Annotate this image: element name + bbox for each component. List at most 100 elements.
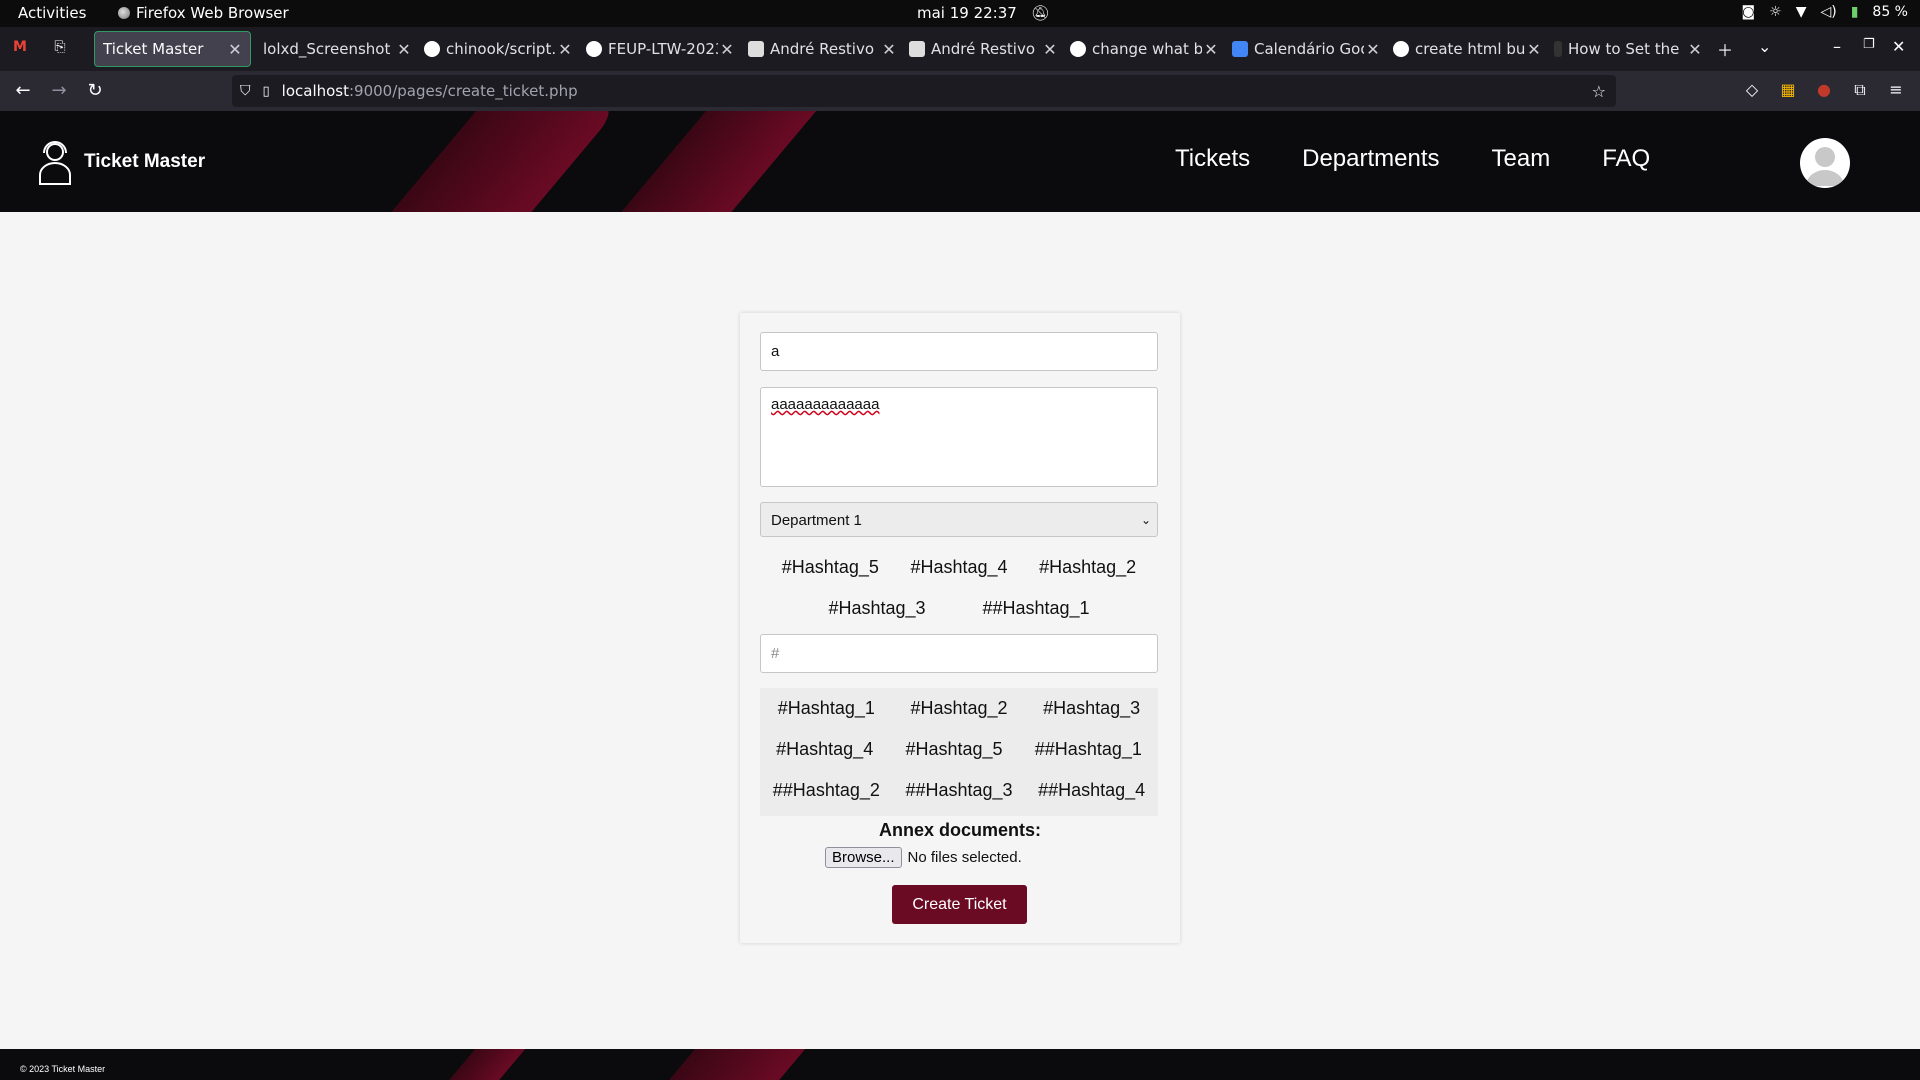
file-status: No files selected.: [907, 849, 1022, 866]
browse-button[interactable]: Browse...: [825, 847, 902, 868]
selected-hashtag[interactable]: ##Hashtag_1: [982, 598, 1089, 619]
site-footer: © 2023 Ticket Master: [0, 1049, 1920, 1080]
site-logo[interactable]: Ticket Master: [38, 139, 205, 185]
ar-icon: [748, 41, 764, 57]
gmail-icon: M: [13, 39, 27, 55]
hashtag-input[interactable]: #: [760, 634, 1158, 673]
close-icon[interactable]: ✕: [1525, 40, 1543, 59]
file-input: Browse... No files selected.: [825, 847, 1022, 868]
close-icon[interactable]: ✕: [718, 40, 736, 59]
app-icon: ⎘: [54, 39, 66, 55]
clock-text: mai 19 22:37: [917, 4, 1017, 22]
nav-toolbar: ← → ↻ ⛉ ▯ localhost:9000/pages/create_ti…: [0, 71, 1920, 111]
nav-faq[interactable]: FAQ: [1602, 145, 1650, 173]
description-textarea[interactable]: aaaaaaaaaaaaa: [760, 387, 1158, 487]
hashtag-suggestion[interactable]: #Hashtag_4: [776, 739, 873, 760]
close-icon[interactable]: ✕: [1202, 40, 1220, 59]
description-text: aaaaaaaaaaaaa: [771, 396, 880, 413]
nav-departments[interactable]: Departments: [1302, 145, 1439, 173]
hashtag-suggestion[interactable]: #Hashtag_1: [778, 698, 875, 719]
pocket-icon[interactable]: ◇: [1741, 79, 1763, 101]
minimize-icon[interactable]: –: [1833, 37, 1841, 56]
selected-hashtag[interactable]: #Hashtag_4: [910, 557, 1007, 578]
tab-andre-restivo-2[interactable]: André Restivo | ✕: [903, 31, 1065, 67]
department-select[interactable]: Department 1 ⌄: [760, 502, 1158, 537]
hashtag-suggestions: #Hashtag_1 #Hashtag_2 #Hashtag_3 #Hashta…: [760, 688, 1158, 816]
menu-icon[interactable]: ≡: [1885, 79, 1907, 101]
new-tab-icon[interactable]: ＋: [1717, 37, 1733, 61]
pinned-tab-2[interactable]: ⎘: [50, 37, 70, 57]
copyright: © 2023 Ticket Master: [20, 1064, 106, 1074]
site-header: Ticket Master Tickets Departments Team F…: [0, 111, 1920, 212]
hashtag-suggestion[interactable]: ##Hashtag_3: [905, 780, 1012, 801]
hashtag-suggestion[interactable]: #Hashtag_3: [1043, 698, 1140, 719]
bookmark-star-icon[interactable]: ☆: [1592, 82, 1606, 101]
selected-hashtag[interactable]: #Hashtag_5: [782, 557, 879, 578]
tab-ticket-master[interactable]: Ticket Master ✕: [94, 31, 251, 67]
gmail-pinned-tab[interactable]: M: [10, 37, 30, 57]
forward-icon[interactable]: →: [47, 79, 71, 103]
discord-icon: ◙: [1741, 4, 1756, 20]
clock[interactable]: mai 19 22:37 🔕︎: [917, 4, 1050, 22]
close-icon[interactable]: ✕: [395, 40, 413, 59]
close-icon[interactable]: ✕: [1364, 40, 1382, 59]
title-input[interactable]: a: [760, 332, 1158, 371]
tab-label: lolxd_Screenshot f: [263, 40, 395, 58]
window-close-icon[interactable]: ✕: [1892, 37, 1905, 56]
header-stripe: [375, 111, 625, 212]
tab-calendar[interactable]: Calendário Goo ✕: [1226, 31, 1388, 67]
tab-label: create html but: [1415, 40, 1525, 58]
ublock-icon[interactable]: ●: [1813, 79, 1835, 101]
tab-change-what[interactable]: change what bu ✕: [1064, 31, 1226, 67]
tab-feup-ltw[interactable]: FEUP-LTW-2023 ✕: [580, 31, 742, 67]
create-ticket-form: a aaaaaaaaaaaaa Department 1 ⌄ #Hashtag_…: [740, 313, 1180, 943]
tab-chinook[interactable]: chinook/script. ✕: [418, 31, 580, 67]
shield-icon[interactable]: ⛉: [240, 83, 251, 99]
extension-grid-icon[interactable]: ▦: [1777, 79, 1799, 101]
page-info-icon[interactable]: ▯: [263, 84, 270, 99]
nav-team[interactable]: Team: [1492, 145, 1551, 173]
hashtag-suggestion[interactable]: ##Hashtag_2: [773, 780, 880, 801]
battery-level: 85 %: [1872, 4, 1908, 20]
notifications-muted-icon: 🔕︎: [1030, 4, 1050, 22]
create-ticket-button[interactable]: Create Ticket: [892, 885, 1027, 924]
tab-create-html[interactable]: create html but ✕: [1387, 31, 1549, 67]
close-icon[interactable]: ✕: [1041, 40, 1059, 59]
hashtag-suggestion[interactable]: #Hashtag_5: [905, 739, 1002, 760]
tab-andre-restivo-1[interactable]: André Restivo ✕: [742, 31, 904, 67]
system-tray[interactable]: ◙ ☼ ▼ ◁) ▮ 85 %: [1742, 4, 1908, 20]
hashtag-suggestion[interactable]: #Hashtag_2: [910, 698, 1007, 719]
hashtag-suggestion[interactable]: ##Hashtag_1: [1035, 739, 1142, 760]
footer-stripe: [424, 1049, 526, 1080]
restore-icon[interactable]: ❐: [1863, 37, 1875, 52]
url-bar[interactable]: ⛉ ▯ localhost:9000/pages/create_ticket.p…: [232, 75, 1616, 107]
close-icon[interactable]: ✕: [880, 40, 898, 59]
extensions-icon[interactable]: ⧉: [1849, 79, 1871, 101]
selected-hashtag[interactable]: #Hashtag_3: [828, 598, 925, 619]
close-icon[interactable]: ✕: [1686, 40, 1704, 59]
footer-stripe: [644, 1049, 806, 1080]
tab-strip: M ⎘ Ticket Master ✕ lolxd_Screenshot f ✕…: [0, 27, 1920, 71]
back-icon[interactable]: ←: [11, 79, 35, 103]
page-icon: [1554, 41, 1562, 57]
selected-hashtag[interactable]: #Hashtag_2: [1039, 557, 1136, 578]
firefox-icon: [118, 7, 130, 19]
google-icon: [1393, 41, 1409, 57]
suggestion-row: ##Hashtag_2 ##Hashtag_3 ##Hashtag_4: [760, 780, 1158, 801]
hashtag-suggestion[interactable]: ##Hashtag_4: [1038, 780, 1145, 801]
tab-screenshot[interactable]: lolxd_Screenshot f ✕: [257, 31, 419, 67]
nav-tickets[interactable]: Tickets: [1175, 145, 1250, 173]
site-title: Ticket Master: [84, 151, 206, 172]
activities-button[interactable]: Activities: [18, 4, 86, 22]
brightness-icon: ☼: [1769, 4, 1782, 20]
tab-how-to-set[interactable]: How to Set the ✕: [1548, 31, 1710, 67]
close-icon[interactable]: ✕: [226, 40, 244, 59]
list-tabs-icon[interactable]: ⌄: [1758, 37, 1771, 56]
suggestion-row: #Hashtag_1 #Hashtag_2 #Hashtag_3: [760, 698, 1158, 719]
tab-label: André Restivo |: [931, 40, 1041, 58]
user-avatar[interactable]: [1800, 138, 1850, 188]
app-menu[interactable]: Firefox Web Browser: [118, 4, 289, 22]
close-icon[interactable]: ✕: [556, 40, 574, 59]
tab-label: How to Set the: [1568, 40, 1680, 58]
reload-icon[interactable]: ↻: [83, 79, 107, 103]
